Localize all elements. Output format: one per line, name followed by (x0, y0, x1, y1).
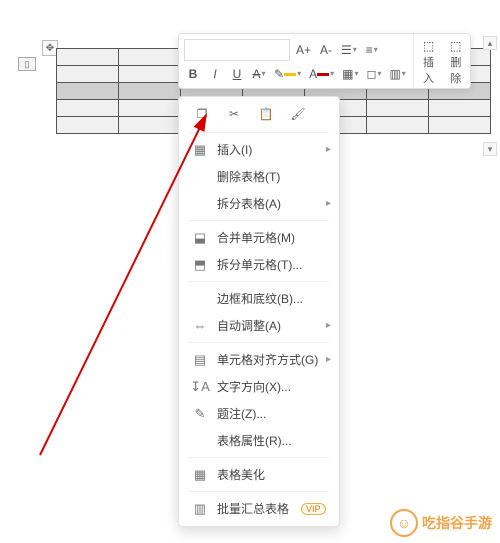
autofit-icon: ⇔ (191, 318, 209, 333)
merge-cells-icon: ⬓ (191, 230, 209, 246)
align-cells-icon: ▤ (191, 352, 209, 368)
border-button[interactable]: ▦▾ (340, 64, 360, 84)
font-name-select[interactable] (184, 39, 290, 61)
menu-table-props[interactable]: 表格属性(R)... (179, 427, 339, 454)
menu-borders[interactable]: 边框和底纹(B)... (179, 285, 339, 312)
menu-autofit[interactable]: ⇔自动调整(A)▸ (179, 312, 339, 339)
ruler-marker: ▯ (18, 57, 36, 71)
bullets-icon[interactable]: ☰▾ (339, 40, 359, 60)
scroll-up-button[interactable]: ▴ (483, 36, 497, 50)
insert-icon: ▦ (191, 142, 209, 158)
merge-icon[interactable]: ▥▾ (387, 64, 407, 84)
menu-delete-table[interactable]: 删除表格(T) (179, 163, 339, 190)
scroll-down-button[interactable]: ▾ (483, 142, 497, 156)
mini-toolbar: A+ A- ☰▾ ≡▾ B I U A▾ ✎▾ A▾ ▦▾ ◻▾ ▥▾ ⬚ 插入… (178, 33, 471, 89)
copy-icon[interactable]: ❐ (193, 105, 211, 123)
text-direction-icon: ↧A (191, 379, 209, 395)
highlight-button[interactable]: ✎▾ (272, 64, 303, 84)
insert-button[interactable]: ⬚ 插入 (419, 37, 438, 88)
menu-split-cells[interactable]: ⬒拆分单元格(T)... (179, 251, 339, 278)
menu-beautify[interactable]: ▦表格美化 (179, 461, 339, 488)
watermark: ☺ 吃指谷手游 (390, 509, 492, 537)
menu-alignment[interactable]: ▤单元格对齐方式(G)▸ (179, 346, 339, 373)
cut-icon[interactable]: ✂ (225, 105, 243, 123)
underline-button[interactable]: U (228, 64, 246, 84)
paste-icon[interactable]: 📋 (257, 105, 275, 123)
format-painter-icon[interactable]: 🖌 (289, 105, 307, 123)
summary-icon: ▥ (191, 501, 209, 517)
beautify-icon: ▦ (191, 467, 209, 483)
italic-button[interactable]: I (206, 64, 224, 84)
table-context-menu: ❐ ✂ 📋 🖌 ▦插入(I)▸ 删除表格(T) 拆分表格(A)▸ ⬓合并单元格(… (178, 96, 340, 527)
insert-rows-icon: ⬚ (423, 39, 434, 53)
font-color-button[interactable]: A▾ (307, 64, 336, 84)
menu-text-direction[interactable]: ↧A文字方向(X)... (179, 373, 339, 400)
menu-caption[interactable]: ✎题注(Z)... (179, 400, 339, 427)
delete-button[interactable]: ⬚ 删除 (446, 37, 465, 88)
caption-icon: ✎ (191, 406, 209, 422)
font-shrink-button[interactable]: A- (317, 40, 335, 60)
strike-button[interactable]: A▾ (250, 64, 268, 84)
menu-merge-cells[interactable]: ⬓合并单元格(M) (179, 224, 339, 251)
shape-button[interactable]: ◻▾ (364, 64, 383, 84)
split-cells-icon: ⬒ (191, 257, 209, 273)
font-grow-button[interactable]: A+ (294, 40, 313, 60)
menu-batch-summary[interactable]: ▥批量汇总表格VIP (179, 495, 339, 522)
delete-rows-icon: ⬚ (450, 39, 461, 53)
menu-split-table[interactable]: 拆分表格(A)▸ (179, 190, 339, 217)
menu-insert[interactable]: ▦插入(I)▸ (179, 136, 339, 163)
watermark-logo-icon: ☺ (390, 509, 418, 537)
align-icon[interactable]: ≡▾ (363, 40, 381, 60)
bold-button[interactable]: B (184, 64, 202, 84)
